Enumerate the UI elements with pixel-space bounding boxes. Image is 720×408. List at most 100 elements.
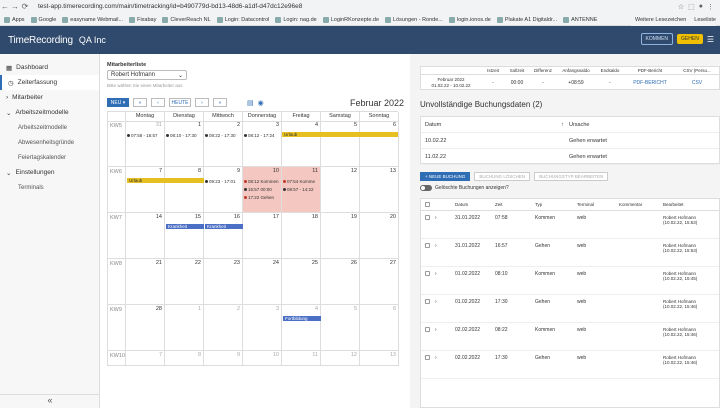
row-checkbox[interactable] [425, 271, 430, 276]
day-cell[interactable]: 13 [360, 167, 399, 213]
day-cell[interactable]: 28 [126, 305, 165, 351]
day-cell[interactable]: 9 [204, 351, 243, 366]
day-cell[interactable]: 16 [204, 213, 243, 259]
day-cell[interactable]: 27 [360, 259, 399, 305]
expand-icon[interactable]: › [435, 327, 455, 333]
bookmark[interactable]: easyname Webmail... [62, 16, 123, 23]
time-entry[interactable]: 07:54 Komme [283, 179, 315, 184]
day-cell[interactable]: 12 [321, 167, 360, 213]
day-cell[interactable]: 13 [360, 351, 399, 366]
row-checkbox[interactable] [425, 243, 430, 248]
row-checkbox[interactable] [425, 355, 430, 360]
vacation-bar[interactable]: Urlaub [282, 132, 398, 137]
list-view-icon[interactable]: ▤ [247, 99, 254, 107]
user-icon[interactable]: ☰ [707, 35, 714, 44]
day-cell[interactable]: 6 [360, 305, 399, 351]
time-entry[interactable]: 09:23 - 17:01 [205, 179, 236, 184]
day-cell[interactable]: 7 [126, 351, 165, 366]
new-booking-button[interactable]: + NEUE BUCHUNG [420, 172, 471, 181]
incomplete-row[interactable]: 11.02.22 Gehen erwartet [421, 149, 719, 165]
day-cell[interactable]: 15 [165, 213, 204, 259]
vacation-bar[interactable]: Urlaub [127, 178, 204, 183]
bookmark[interactable]: ANTENNE [563, 16, 597, 23]
clock-in-button[interactable]: KOMMEN [640, 33, 674, 45]
forward-icon[interactable]: → [10, 2, 20, 11]
day-cell[interactable]: 24 [243, 259, 282, 305]
day-cell[interactable]: 11 [282, 351, 321, 366]
row-checkbox[interactable] [425, 215, 430, 220]
bookmark[interactable]: Login: nag.de [275, 16, 317, 23]
time-entry[interactable]: 15:57 00:00 [244, 187, 272, 192]
sidebar-sub-abwesenheitsgruende[interactable]: Abwesenheitsgründe [0, 135, 99, 150]
day-cell[interactable]: 4 [282, 121, 321, 167]
booking-row[interactable]: › 02.02.2022 17:30 Gehen web Robert Hofm… [421, 351, 719, 379]
day-cell[interactable]: 3 08:12 - 17:24 [243, 121, 282, 167]
bookmark[interactable]: login.ionos.de [448, 16, 491, 23]
csv-export-button[interactable]: CSV [675, 79, 719, 87]
day-cell[interactable]: 8 [165, 351, 204, 366]
bookmark[interactable]: Fixabay [129, 16, 156, 23]
sidebar-item-arbeitszeitmodelle[interactable]: ⌄ Arbeitszeitmodelle [0, 105, 99, 120]
day-cell-incomplete[interactable]: 10 08:12 Kommen 15:57 00:00 17:22 Gehen [243, 167, 282, 213]
url-bar[interactable]: test-app.timerecording.com/main/timetrac… [38, 3, 678, 10]
show-deleted-toggle[interactable]: Gelöschte Buchungen anzeigen? [420, 185, 509, 191]
incomplete-row[interactable]: 10.02.22 Gehen erwartet [421, 133, 719, 149]
toggle-switch[interactable] [420, 185, 432, 191]
day-cell[interactable]: 26 [321, 259, 360, 305]
bookmark[interactable]: Google [30, 16, 56, 23]
sick-bar[interactable]: Krankheit [205, 224, 243, 229]
clock-out-button[interactable]: GEHEN [677, 34, 703, 44]
pdf-report-button[interactable]: PDF-BERICHT [625, 79, 675, 87]
day-cell[interactable]: 6 [360, 121, 399, 167]
day-cell[interactable]: 10 [243, 351, 282, 366]
sidebar-item-zeiterfassung[interactable]: ◷ Zeiterfassung [0, 75, 99, 90]
eye-icon[interactable]: ◉ [258, 99, 264, 107]
booking-row[interactable]: › 01.02.2022 17:30 Gehen web Robert Hofm… [421, 295, 719, 323]
bookmark[interactable]: Plakate A1 Digitaldr... [496, 16, 557, 23]
app-logo[interactable]: TimeRecording [8, 35, 73, 46]
day-cell[interactable]: 2 [204, 305, 243, 351]
time-entry[interactable]: 08:57 - 14:22 [283, 187, 314, 192]
profile-icon[interactable]: ● [699, 3, 703, 11]
day-cell[interactable]: 5 [321, 305, 360, 351]
today-button[interactable]: HEUTE [169, 98, 191, 107]
day-cell[interactable]: 4 [282, 305, 321, 351]
extension-icon[interactable]: ⬚ [688, 3, 695, 11]
menu-icon[interactable]: ⋮ [707, 3, 714, 11]
bookmark[interactable]: LoginRKonzepte.de [322, 16, 379, 23]
day-cell[interactable]: 9 09:23 - 17:01 [204, 167, 243, 213]
booking-row[interactable]: › 02.02.2022 08:22 Kommen web Robert Hof… [421, 323, 719, 351]
day-cell[interactable]: 21 [126, 259, 165, 305]
booking-row[interactable]: › 31.01.2022 07:58 Kommen web Robert Hof… [421, 211, 719, 239]
back-icon[interactable]: ← [0, 2, 10, 11]
time-entry[interactable]: 08:10 - 17:30 [166, 133, 197, 138]
employee-select[interactable]: Robert Hofmann ⌄ [107, 70, 187, 80]
bookmark[interactable]: Apps [4, 16, 25, 23]
day-cell[interactable]: 19 [321, 213, 360, 259]
delete-booking-button[interactable]: BUCHUNG LÖSCHEN [474, 172, 531, 181]
sidebar-sub-terminals[interactable]: Terminals [0, 180, 99, 195]
time-entry[interactable]: 08:12 Kommen [244, 179, 279, 184]
day-cell[interactable]: 25 [282, 259, 321, 305]
expand-icon[interactable]: › [435, 243, 455, 249]
booking-row[interactable]: › 01.02.2022 08:10 Kommen web Robert Hof… [421, 267, 719, 295]
next-week-button[interactable]: › [195, 98, 209, 107]
sidebar-sub-feiertagskalender[interactable]: Feiertagskalender [0, 150, 99, 165]
reload-icon[interactable]: ⟳ [20, 2, 30, 11]
sick-bar[interactable]: Krankheit [166, 224, 204, 229]
training-bar[interactable]: Fortbildung [283, 316, 321, 321]
edit-booking-type-button[interactable]: BUCHUNGSTYP BEARBEITEN [534, 172, 609, 181]
day-cell[interactable]: 8 [165, 167, 204, 213]
sidebar-item-einstellungen[interactable]: ⌄ Einstellungen [0, 165, 99, 180]
expand-icon[interactable]: › [435, 299, 455, 305]
row-checkbox[interactable] [425, 327, 430, 332]
expand-icon[interactable]: › [435, 215, 455, 221]
day-cell[interactable]: 1 08:10 - 17:30 [165, 121, 204, 167]
day-cell-incomplete[interactable]: 11 07:54 Komme 08:57 - 14:22 [282, 167, 321, 213]
booking-row[interactable]: › 31.01.2022 16:57 Gehen web Robert Hofm… [421, 239, 719, 267]
time-entry[interactable]: 08:22 - 17:30 [205, 133, 236, 138]
collapse-sidebar-button[interactable]: « [0, 394, 100, 408]
day-cell[interactable]: 2 08:22 - 17:30 [204, 121, 243, 167]
bookmark[interactable]: Login: Datacontrol [216, 16, 269, 23]
bookmark[interactable]: Lösungen - Ronde... [385, 16, 443, 23]
